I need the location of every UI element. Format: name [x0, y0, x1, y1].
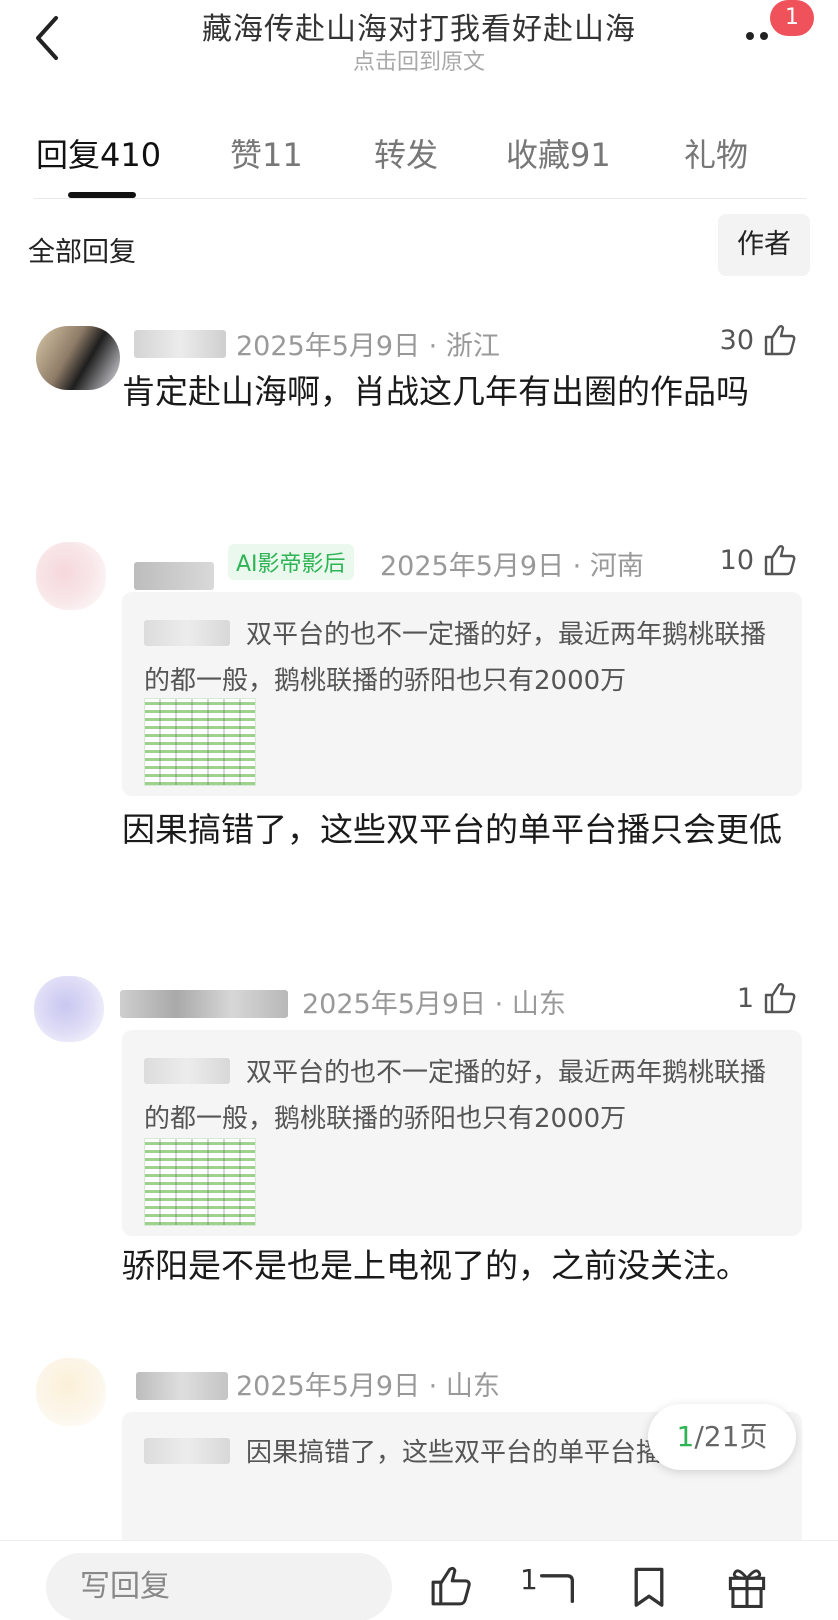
comment-text: 因果搞错了，这些双平台的单平台播只会更低 [122, 810, 782, 849]
gift-button[interactable] [724, 1563, 770, 1609]
favorite-button[interactable] [626, 1563, 672, 1609]
divider [34, 198, 806, 199]
comment-meta: 2025年5月9日 · 浙江 [236, 331, 500, 362]
thumbs-up-icon [764, 983, 796, 1014]
like-count: 30 [719, 324, 754, 356]
quoted-text: 双平台的也不一定播的好，最近两年鹅桃联播的都一般，鹅桃联播的骄阳也只有2000万 [144, 620, 767, 696]
like-button[interactable]: 1 [737, 980, 798, 1016]
username-blurred[interactable] [134, 562, 214, 590]
tab-label: 转发 [374, 136, 439, 174]
tab-label: 赞 [230, 136, 263, 174]
comment-item: AI影帝影后 2025年5月9日 · 河南 10 双平台的也不一定播的好，最近两… [0, 536, 838, 916]
avatar[interactable] [34, 976, 104, 1042]
quoted-image-thumbnail[interactable] [144, 698, 256, 786]
comment-meta: 2025年5月9日 · 山东 [236, 1371, 500, 1402]
tab-reposts[interactable]: 转发 [374, 130, 438, 176]
avatar[interactable] [36, 326, 120, 390]
tab-likes[interactable]: 赞11 [230, 130, 303, 176]
comment-meta: 2025年5月9日 · 山东 [302, 989, 566, 1020]
like-button[interactable]: 30 [720, 322, 798, 358]
quoted-image-thumbnail[interactable] [144, 1138, 256, 1226]
tab-label: 礼物 [684, 136, 749, 174]
tab-bar: 回复410 赞11 转发 收藏91 礼物 [0, 118, 838, 202]
tab-count: 410 [100, 136, 162, 174]
username-blurred[interactable] [134, 330, 226, 358]
comment-item: 2025年5月9日 · 山东 1 双平台的也不一定播的好，最近两年鹅桃联播的都一… [0, 968, 838, 1308]
repost-icon [540, 1574, 574, 1603]
tab-label: 收藏 [506, 136, 571, 174]
username-blurred[interactable] [120, 990, 288, 1018]
notification-badge: 1 [770, 0, 814, 36]
avatar[interactable] [36, 1358, 106, 1426]
gift-icon [728, 1569, 766, 1608]
tab-label: 回复 [36, 136, 101, 174]
comment-text: 肯定赴山海啊，肖战这几年有出圈的作品吗 [122, 372, 749, 411]
current-page: 1 [676, 1420, 695, 1453]
quoted-username-blurred [144, 1438, 230, 1464]
bottom-action-bar: 写回复 1 [0, 1540, 838, 1620]
total-pages: /21页 [694, 1420, 768, 1453]
bookmark-icon [634, 1567, 664, 1607]
more-dots-icon [746, 32, 774, 40]
reply-filter-row: 全部回复 作者 [0, 214, 838, 280]
avatar[interactable] [36, 542, 106, 610]
like-count: 10 [719, 544, 754, 576]
author-filter-button[interactable]: 作者 [718, 214, 810, 276]
comment-text: 骄阳是不是也是上电视了的，之前没关注。 [122, 1246, 749, 1285]
comment-meta: 2025年5月9日 · 河南 [380, 551, 644, 582]
tab-count: 91 [570, 136, 611, 174]
thumbs-up-icon [764, 325, 796, 356]
username-blurred[interactable] [136, 1372, 228, 1400]
repost-button[interactable] [534, 1563, 580, 1609]
quoted-text: 双平台的也不一定播的好，最近两年鹅桃联播的都一般，鹅桃联播的骄阳也只有2000万 [144, 1058, 767, 1134]
ai-badge: AI影帝影后 [228, 544, 354, 580]
page-title[interactable]: 藏海传赴山海对打我看好赴山海 [0, 4, 838, 48]
all-replies-label[interactable]: 全部回复 [28, 230, 136, 269]
tab-gifts[interactable]: 礼物 [684, 130, 748, 176]
comment-item: 2025年5月9日 · 浙江 30 肯定赴山海啊，肖战这几年有出圈的作品吗 [0, 318, 838, 488]
page-indicator[interactable]: 1/21页 [648, 1404, 796, 1470]
reply-input[interactable]: 写回复 [46, 1553, 392, 1620]
thumbs-up-icon [764, 545, 796, 576]
quoted-reply[interactable]: 双平台的也不一定播的好，最近两年鹅桃联播的都一般，鹅桃联播的骄阳也只有2000万 [122, 592, 802, 796]
like-count: 1 [736, 982, 754, 1014]
tab-count: 11 [262, 136, 303, 174]
quoted-username-blurred [144, 1058, 230, 1084]
like-button[interactable]: 10 [720, 542, 798, 578]
top-nav-bar: 藏海传赴山海对打我看好赴山海 点击回到原文 1 [0, 0, 838, 100]
tab-favorites[interactable]: 收藏91 [506, 130, 611, 176]
quoted-username-blurred [144, 620, 230, 646]
quoted-reply[interactable]: 双平台的也不一定播的好，最近两年鹅桃联播的都一般，鹅桃联播的骄阳也只有2000万 [122, 1030, 802, 1236]
back-to-original-link[interactable]: 点击回到原文 [0, 44, 838, 76]
thumbs-up-icon [431, 1566, 471, 1606]
like-button[interactable] [428, 1563, 474, 1609]
tab-replies[interactable]: 回复410 [36, 130, 161, 176]
